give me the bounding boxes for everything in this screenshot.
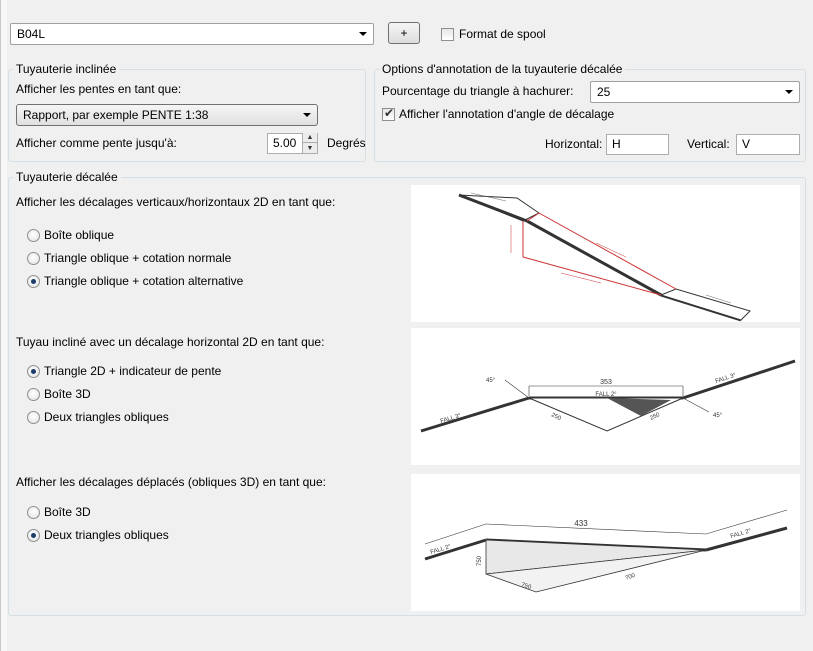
add-style-button[interactable]: + xyxy=(388,22,420,44)
option-3d-box-2-label: Boîte 3D xyxy=(44,387,91,401)
radio-oblique-triangle-alternative[interactable] xyxy=(27,275,40,288)
option-oblique-box-label: Boîte oblique xyxy=(44,228,115,242)
option-3d-box-3-label: Boîte 3D xyxy=(44,505,91,519)
preview-oblique-triangle xyxy=(411,185,800,322)
radio-3d-box-2[interactable] xyxy=(27,388,40,401)
slope-format-select[interactable]: Rapport, par exemple PENTE 1:38 xyxy=(16,104,318,126)
p3-dim-v: 750 xyxy=(477,555,483,566)
display-as-slope-label: Afficher comme pente jusqu'à: xyxy=(16,136,177,150)
option-two-oblique-triangles-3-label: Deux triangles obliques xyxy=(44,528,169,542)
horizontal-value: H xyxy=(612,137,621,151)
spin-down-icon[interactable]: ▼ xyxy=(303,143,317,153)
p3-dim-b: 700 xyxy=(625,573,637,582)
p3-top-dim: 433 xyxy=(574,519,588,528)
horizontal-label: Horizontal: xyxy=(545,137,603,151)
sloped-piping-title: Tuyauterie inclinée xyxy=(13,62,120,76)
p2-dim-b: 250 xyxy=(649,412,661,422)
window-edge xyxy=(0,0,7,651)
show-angle-checkbox[interactable] xyxy=(382,106,395,121)
chevron-down-icon xyxy=(785,90,793,94)
preview-two-oblique-triangles-drawing: 433 FALL 2° FALL 2° 750 750 700 xyxy=(424,509,788,593)
p2-angle-left: 45° xyxy=(486,378,496,384)
spool-format-label: Format de spool xyxy=(459,27,546,41)
slope-spinner[interactable]: ▲ ▼ xyxy=(302,133,317,154)
chevron-down-icon xyxy=(303,113,311,117)
radio-oblique-triangle-normal[interactable] xyxy=(27,252,40,265)
spool-format-checkbox[interactable] xyxy=(441,28,454,41)
style-select[interactable]: B04L xyxy=(10,23,374,45)
radio-two-oblique-triangles-3[interactable] xyxy=(27,529,40,542)
p2-top-dim: 353 xyxy=(600,379,612,386)
display-slopes-label: Afficher les pentes en tant que: xyxy=(16,82,182,96)
vertical-label: Vertical: xyxy=(687,137,730,151)
hatch-percent-select[interactable]: 25 xyxy=(590,81,800,103)
slope-format-value: Rapport, par exemple PENTE 1:38 xyxy=(23,108,209,122)
style-select-value: B04L xyxy=(17,27,46,41)
preview-two-oblique-triangles: 433 FALL 2° FALL 2° 750 750 700 xyxy=(411,474,800,611)
annotation-options-title: Options d'annotation de la tuyauterie dé… xyxy=(379,62,626,76)
slope-threshold-value: 5.00 xyxy=(273,136,297,150)
preview-oblique-triangle-drawing xyxy=(458,192,751,322)
p2-angle-right: 45° xyxy=(713,413,723,419)
spin-up-icon[interactable]: ▲ xyxy=(303,133,317,143)
preview-2d-triangle: 353 FALL 2° FALL 3° FALL 3° 45° 45° 250 … xyxy=(411,328,800,465)
preview-2d-triangle-drawing: 353 FALL 2° FALL 3° FALL 3° 45° 45° 250 … xyxy=(420,359,796,433)
p2-dim-a: 250 xyxy=(550,412,562,422)
radio-two-oblique-triangles-2[interactable] xyxy=(27,411,40,424)
add-button-label: + xyxy=(400,26,408,40)
p2-fall-mid: FALL 2° xyxy=(595,392,617,398)
hatch-percent-label: Pourcentage du triangle à hachurer: xyxy=(382,84,574,98)
radio-oblique-box[interactable] xyxy=(27,229,40,242)
degrees-label: Degrés xyxy=(327,136,366,150)
horizontal-input[interactable]: H xyxy=(606,134,669,155)
chevron-down-icon xyxy=(359,32,367,36)
show-angle-label: Afficher l'annotation d'angle de décalag… xyxy=(399,107,615,121)
section1-label: Afficher les décalages verticaux/horizon… xyxy=(16,195,336,209)
offset-piping-title: Tuyauterie décalée xyxy=(13,170,121,184)
option-oblique-triangle-normal-label: Triangle oblique + cotation normale xyxy=(44,251,232,265)
section2-label: Tuyau incliné avec un décalage horizonta… xyxy=(16,335,325,349)
section3-label: Afficher les décalages déplacés (oblique… xyxy=(16,475,326,489)
vertical-input[interactable]: V xyxy=(736,134,800,155)
option-two-oblique-triangles-2-label: Deux triangles obliques xyxy=(44,410,169,424)
radio-3d-box-3[interactable] xyxy=(27,506,40,519)
option-oblique-triangle-alternative-label: Triangle oblique + cotation alternative xyxy=(44,274,244,288)
vertical-value: V xyxy=(742,137,751,151)
option-2d-triangle-slope-label: Triangle 2D + indicateur de pente xyxy=(44,364,222,378)
radio-2d-triangle-slope[interactable] xyxy=(27,365,40,378)
hatch-percent-value: 25 xyxy=(597,85,611,99)
